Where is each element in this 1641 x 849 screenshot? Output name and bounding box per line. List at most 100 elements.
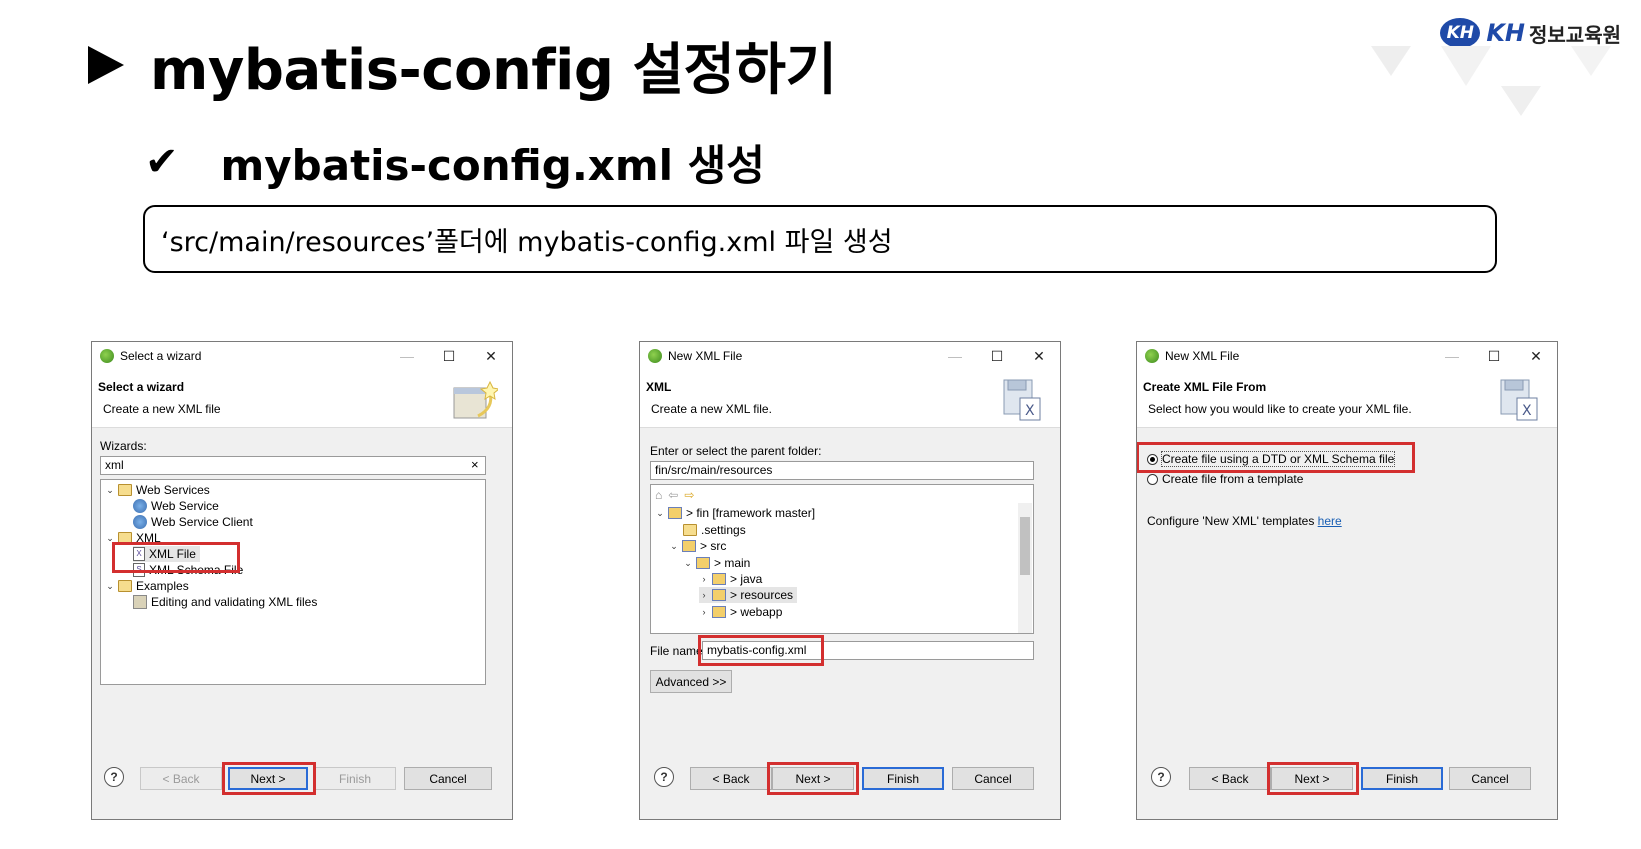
wizard-header: Create XML File From Select how you woul… — [1137, 370, 1557, 428]
xml-file-banner-icon: X — [1500, 379, 1538, 421]
tree-item-label: > resources — [730, 588, 794, 602]
clear-filter-icon[interactable]: × — [471, 457, 479, 472]
chevron-right-icon[interactable]: › — [699, 574, 709, 584]
chevron-right-icon[interactable]: › — [699, 607, 709, 617]
cancel-button[interactable]: Cancel — [952, 767, 1034, 790]
close-button[interactable]: ✕ — [1515, 342, 1557, 370]
option-template-label[interactable]: Create file from a template — [1162, 472, 1303, 486]
slide-title-text: mybatis-config 설정하기 — [150, 37, 837, 103]
tree-item-web-service-client[interactable]: Web Service Client — [133, 514, 253, 530]
templates-link[interactable]: here — [1318, 514, 1342, 528]
tree-item-examples[interactable]: ⌄ Examples — [105, 578, 189, 594]
advanced-button[interactable]: Advanced >> — [650, 670, 732, 693]
minimize-button[interactable]: — — [934, 342, 976, 370]
back-button[interactable]: < Back — [690, 767, 772, 790]
tree-item-web-services[interactable]: ⌄ Web Services — [105, 482, 210, 498]
tree-item-webapp[interactable]: › > webapp — [699, 604, 783, 620]
maximize-button[interactable]: ☐ — [1473, 342, 1515, 370]
scrollbar-thumb[interactable] — [1020, 517, 1030, 575]
wizards-label: Wizards: — [100, 439, 147, 453]
example-icon — [133, 595, 147, 609]
check-icon: ✔ — [145, 139, 179, 185]
tree-item-label: > java — [730, 572, 763, 586]
tree-item-label: Editing and validating XML files — [151, 595, 318, 609]
configure-templates-text: Configure 'New XML' templates here — [1147, 514, 1342, 528]
logo-brand: KH — [1486, 19, 1525, 47]
forward-arrow-icon[interactable]: ⇨ — [684, 488, 694, 502]
configure-text: Configure 'New XML' templates — [1147, 514, 1315, 528]
tree-item-resources[interactable]: › > resources — [699, 587, 798, 603]
minimize-button[interactable]: — — [1431, 342, 1473, 370]
folder-open-icon — [118, 484, 132, 496]
window-titlebar: New XML File — ☐ ✕ — [640, 342, 1060, 370]
tree-item-label: Web Service — [151, 499, 219, 513]
dialog-create-xml-from: New XML File — ☐ ✕ Create XML File From … — [1136, 341, 1558, 820]
highlight-next-button — [1267, 762, 1359, 795]
eclipse-icon — [1145, 349, 1159, 363]
close-button[interactable]: ✕ — [470, 342, 512, 370]
chevron-down-icon[interactable]: ⌄ — [105, 485, 115, 496]
maximize-button[interactable]: ☐ — [428, 342, 470, 370]
folder-icon — [712, 573, 726, 585]
help-icon[interactable]: ? — [104, 767, 124, 787]
tree-item-main[interactable]: ⌄ > main — [683, 555, 750, 571]
cancel-button[interactable]: Cancel — [404, 767, 492, 790]
help-icon[interactable]: ? — [654, 767, 674, 787]
radio-template[interactable] — [1147, 474, 1158, 485]
back-button[interactable]: < Back — [1189, 767, 1271, 790]
folder-icon — [712, 589, 726, 601]
tree-item-label: Web Services — [136, 483, 210, 497]
chevron-down-icon[interactable]: ⌄ — [105, 581, 115, 592]
window-titlebar: Select a wizard — ☐ ✕ — [92, 342, 512, 370]
wizard-tree: ⌄ Web Services Web Service Web Service C… — [100, 479, 486, 685]
highlight-dtd-option — [1137, 442, 1415, 473]
maximize-button[interactable]: ☐ — [976, 342, 1018, 370]
chevron-down-icon[interactable]: ⌄ — [669, 541, 679, 552]
chevron-down-icon[interactable]: ⌄ — [655, 508, 665, 519]
logo-decoration — [1371, 46, 1611, 116]
tree-item-editing-xml-example[interactable]: Editing and validating XML files — [133, 594, 317, 610]
tree-item-label: > main — [714, 556, 751, 570]
finish-button[interactable]: Finish — [1361, 767, 1443, 790]
window-titlebar: New XML File — ☐ ✕ — [1137, 342, 1557, 370]
folder-tree: ⌂ ⇦ ⇨ ⌄ > fin [framework master] .settin… — [650, 484, 1034, 634]
tree-scrollbar[interactable] — [1018, 503, 1032, 633]
tree-item-settings[interactable]: .settings — [683, 522, 746, 538]
folder-icon — [712, 606, 726, 618]
tree-item-fin-project[interactable]: ⌄ > fin [framework master] — [655, 505, 815, 521]
cancel-button[interactable]: Cancel — [1449, 767, 1531, 790]
xml-file-banner-icon: X — [1003, 379, 1041, 421]
slide-subtitle: ✔ mybatis-config.xml 생성 — [145, 132, 765, 192]
slide-title: mybatis-config 설정하기 — [88, 30, 837, 103]
folder-icon — [683, 524, 697, 536]
tree-item-label: > src — [700, 539, 727, 553]
tree-toolbar: ⌂ ⇦ ⇨ — [655, 487, 694, 503]
tree-item-web-service[interactable]: Web Service — [133, 498, 219, 514]
back-arrow-icon[interactable]: ⇦ — [668, 488, 678, 502]
finish-button[interactable]: Finish — [862, 767, 944, 790]
tree-item-label: .settings — [701, 523, 746, 537]
wizard-filter-input[interactable]: xml — [100, 456, 486, 475]
chevron-right-icon[interactable]: › — [699, 590, 709, 600]
highlight-next-button — [222, 762, 316, 795]
tree-item-label: > webapp — [730, 605, 783, 619]
dialog-new-xml-file: New XML File — ☐ ✕ XML Create a new XML … — [639, 341, 1061, 820]
folder-icon — [696, 557, 710, 569]
minimize-button[interactable]: — — [386, 342, 428, 370]
home-icon[interactable]: ⌂ — [655, 488, 662, 502]
eclipse-icon — [648, 349, 662, 363]
window-title: New XML File — [1165, 349, 1240, 363]
tree-item-label: Web Service Client — [151, 515, 253, 529]
folder-icon — [682, 540, 696, 552]
help-icon[interactable]: ? — [1151, 767, 1171, 787]
tree-item-label: Examples — [136, 579, 189, 593]
chevron-down-icon[interactable]: ⌄ — [683, 558, 693, 569]
window-title: New XML File — [668, 349, 743, 363]
wizard-banner-icon — [453, 380, 498, 419]
tree-item-java[interactable]: › > java — [699, 571, 763, 587]
parent-folder-input[interactable]: fin/src/main/resources — [650, 461, 1034, 480]
back-button[interactable]: < Back — [140, 767, 222, 790]
close-button[interactable]: ✕ — [1018, 342, 1060, 370]
finish-button[interactable]: Finish — [314, 767, 396, 790]
tree-item-src[interactable]: ⌄ > src — [669, 538, 726, 554]
